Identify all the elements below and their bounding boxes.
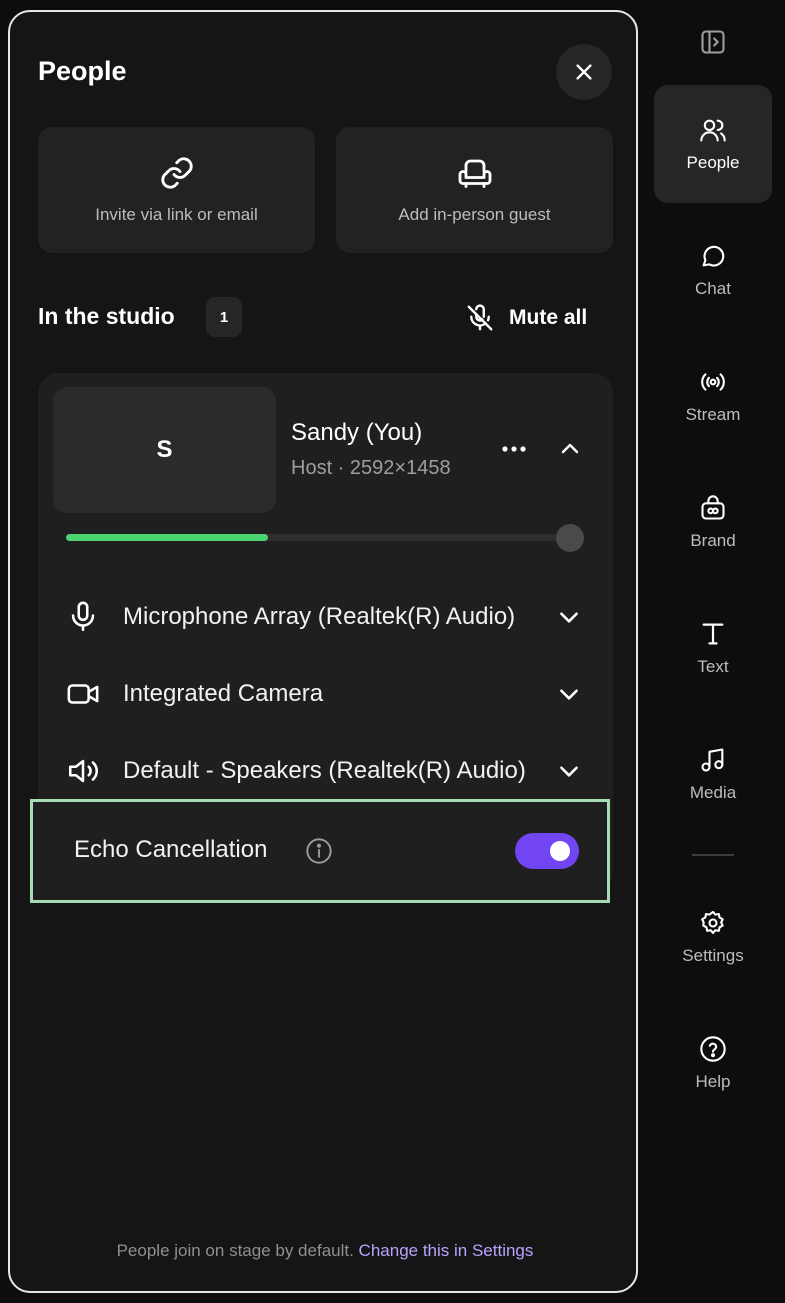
speaker-select[interactable]: Default - Speakers (Realtek(R) Audio) bbox=[38, 742, 613, 798]
rail-label: People bbox=[686, 152, 740, 172]
more-horizontal-icon bbox=[502, 446, 526, 452]
rail-item-chat[interactable]: Chat bbox=[654, 211, 772, 329]
sidebar-toggle-icon[interactable] bbox=[699, 28, 727, 56]
chevron-up-icon bbox=[561, 443, 579, 454]
footer-text: People join on stage by default. bbox=[116, 1241, 359, 1260]
avatar: S bbox=[53, 387, 276, 513]
mute-all-button[interactable]: Mute all bbox=[465, 302, 587, 334]
microphone-icon bbox=[71, 601, 95, 632]
link-icon bbox=[160, 157, 193, 189]
close-icon bbox=[576, 64, 592, 80]
rail-label: Media bbox=[689, 782, 737, 802]
camera-label: Integrated Camera bbox=[123, 680, 324, 707]
people-panel: People Invite via link or email Add in-p… bbox=[8, 10, 638, 1293]
rail-item-people[interactable]: People bbox=[654, 85, 772, 203]
add-guest-label: Add in-person guest bbox=[398, 205, 551, 224]
camera-icon bbox=[67, 684, 99, 704]
speaker-label: Default - Speakers (Realtek(R) Audio) bbox=[123, 757, 526, 784]
volume-level bbox=[66, 534, 268, 541]
rail-item-brand[interactable]: Brand bbox=[654, 463, 772, 581]
brand-icon bbox=[701, 494, 725, 520]
microphone-select[interactable]: Microphone Array (Realtek(R) Audio) bbox=[38, 588, 613, 644]
rail-label: Stream bbox=[685, 404, 741, 424]
rail-label: Help bbox=[695, 1071, 731, 1091]
footer-note: People join on stage by default. Change … bbox=[10, 1241, 640, 1261]
gear-icon bbox=[701, 910, 724, 934]
rail-label: Chat bbox=[695, 278, 731, 298]
add-guest-button[interactable]: Add in-person guest bbox=[336, 127, 613, 253]
microphone-label: Microphone Array (Realtek(R) Audio) bbox=[123, 603, 516, 630]
broadcast-icon bbox=[701, 372, 725, 391]
echo-cancellation-toggle[interactable] bbox=[515, 833, 579, 869]
chevron-down-icon bbox=[560, 612, 578, 623]
chevron-down-icon bbox=[560, 689, 578, 700]
rail-item-media[interactable]: Media bbox=[654, 715, 772, 833]
armchair-icon bbox=[458, 159, 491, 188]
mute-all-label: Mute all bbox=[509, 306, 588, 329]
music-note-icon bbox=[701, 747, 724, 772]
rail-item-settings[interactable]: Settings bbox=[654, 878, 772, 996]
collapse-button[interactable] bbox=[554, 433, 586, 465]
rail-label: Brand bbox=[690, 530, 736, 550]
people-icon bbox=[700, 119, 726, 142]
participant-role: Host · 2592×1458 bbox=[291, 457, 451, 479]
participant-name: Sandy (You) bbox=[291, 419, 423, 446]
info-icon[interactable] bbox=[305, 837, 333, 865]
rail-label: Settings bbox=[682, 945, 744, 965]
echo-cancellation-label: Echo Cancellation bbox=[74, 836, 268, 863]
rail-item-stream[interactable]: Stream bbox=[654, 337, 772, 455]
more-options-button[interactable] bbox=[498, 433, 530, 465]
rail-divider bbox=[692, 854, 734, 856]
toggle-knob bbox=[550, 841, 570, 861]
speaker-icon bbox=[68, 759, 98, 783]
chat-icon bbox=[702, 245, 725, 267]
chevron-down-icon bbox=[560, 766, 578, 777]
rail-label: Text bbox=[697, 656, 729, 676]
echo-cancellation-row: Echo Cancellation bbox=[30, 799, 610, 903]
mic-off-icon bbox=[467, 304, 493, 331]
section-title: In the studio bbox=[38, 303, 175, 329]
invite-label: Invite via link or email bbox=[95, 205, 258, 224]
rail-item-help[interactable]: Help bbox=[654, 1004, 772, 1122]
volume-slider[interactable] bbox=[66, 534, 571, 541]
help-icon bbox=[700, 1035, 726, 1062]
participant-count-badge: 1 bbox=[206, 297, 242, 337]
change-settings-link[interactable]: Change this in Settings bbox=[359, 1241, 534, 1260]
panel-title: People bbox=[38, 56, 127, 86]
camera-select[interactable]: Integrated Camera bbox=[38, 665, 613, 721]
invite-button[interactable]: Invite via link or email bbox=[38, 127, 315, 253]
volume-slider-thumb[interactable] bbox=[556, 524, 584, 552]
close-button[interactable] bbox=[556, 44, 612, 100]
text-icon bbox=[702, 623, 724, 644]
rail-item-text[interactable]: Text bbox=[654, 589, 772, 707]
